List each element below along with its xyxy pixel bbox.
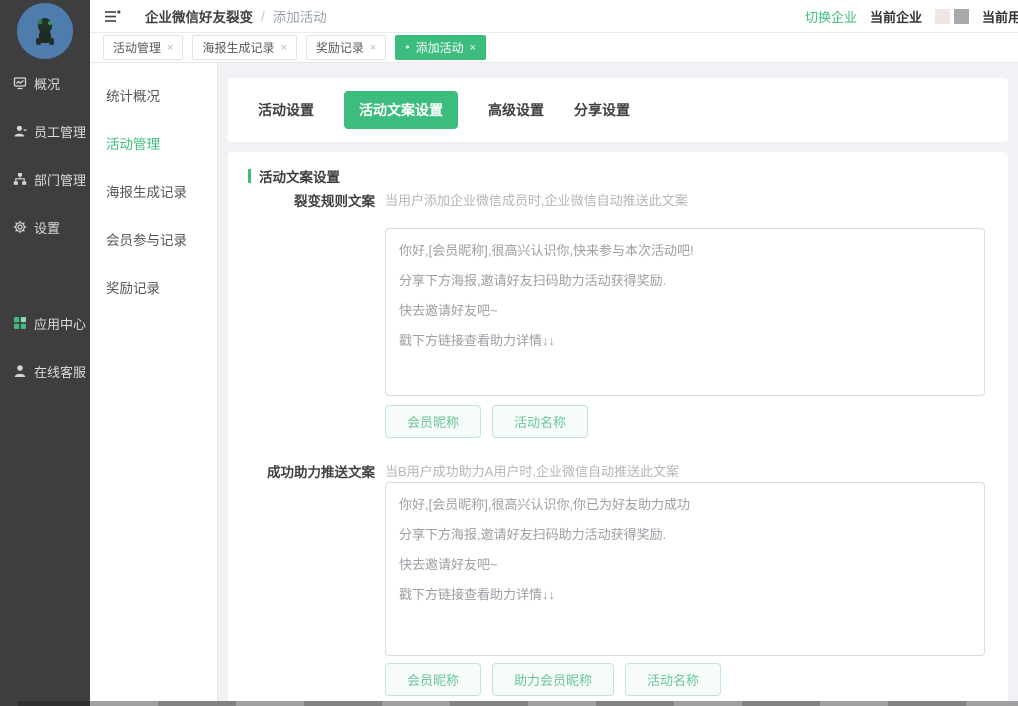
section-header: 活动文案设置: [248, 166, 340, 186]
redacted-company-name: [935, 9, 950, 24]
sidebar-item-label: 概况: [34, 74, 60, 93]
insert-activity-name-button[interactable]: 活动名称: [625, 663, 721, 696]
close-icon[interactable]: ×: [370, 42, 376, 54]
workspace-tab-add-activity[interactable]: ● 添加活动 ×: [395, 35, 486, 60]
app-logo[interactable]: [17, 3, 73, 59]
field-hint: 当B用户成功助力A用户时,企业微信自动推送此文案: [385, 461, 679, 480]
fission-rule-copy-textarea[interactable]: 你好,[会员昵称],很高兴认识你,快来参与本次活动吧! 分享下方海报,邀请好友扫…: [385, 228, 985, 396]
sidebar-item-settings[interactable]: 设置: [0, 216, 90, 238]
tab-share-settings[interactable]: 分享设置: [574, 100, 630, 120]
assist-success-copy-textarea[interactable]: 你好,[会员昵称],很高兴认识你,你已为好友助力成功 分享下方海报,邀请好友扫码…: [385, 482, 985, 656]
topbar-right: 切换企业 当前企业 当前用户: [805, 0, 1018, 33]
tab-activity-settings[interactable]: 活动设置: [258, 100, 314, 120]
close-icon[interactable]: ×: [470, 42, 476, 54]
switch-company-link[interactable]: 切换企业: [805, 7, 857, 26]
submenu-item-poster-records[interactable]: 海报生成记录: [106, 181, 187, 201]
sidebar-item-label: 应用中心: [34, 314, 86, 333]
workspace-tabbar: 活动管理 × 海报生成记录 × 奖励记录 × ● 添加活动 ×: [90, 33, 1018, 63]
sidebar-item-department[interactable]: 部门管理: [0, 168, 90, 190]
submenu-item-activity-management[interactable]: 活动管理: [106, 133, 160, 153]
submenu-item-stats-overview[interactable]: 统计概况: [106, 85, 160, 105]
sidebar-item-online-support[interactable]: 在线客服: [0, 360, 90, 382]
sidebar-item-label: 员工管理: [34, 122, 86, 141]
workspace-tab-label: 奖励记录: [316, 39, 364, 56]
workspace-tab-label: 添加活动: [416, 39, 464, 56]
sidebar-item-overview[interactable]: 概况: [0, 72, 90, 94]
screenshot-edge-artifact: [90, 701, 1018, 706]
insert-member-nickname-button[interactable]: 会员昵称: [385, 405, 481, 438]
tab-activity-copy-settings[interactable]: 活动文案设置: [344, 91, 458, 129]
apps-icon: [13, 316, 27, 330]
main-content: 活动设置 活动文案设置 高级设置 分享设置 活动文案设置 裂变规则文案 当用户添…: [218, 63, 1018, 706]
section-accent-bar: [248, 169, 251, 183]
breadcrumb-root[interactable]: 企业微信好友裂变: [145, 6, 253, 26]
workspace-tab-poster-records[interactable]: 海报生成记录 ×: [192, 35, 296, 60]
current-company-label: 当前企业: [870, 7, 922, 26]
workspace-tab-activity-management[interactable]: 活动管理 ×: [103, 35, 183, 60]
insert-member-nickname-button[interactable]: 会员昵称: [385, 663, 481, 696]
field-label-assist-success-copy: 成功助力推送文案: [228, 461, 375, 481]
secondary-sidebar: 统计概况 活动管理 海报生成记录 会员参与记录 奖励记录: [90, 63, 218, 706]
insert-variable-buttons: 会员昵称 助力会员昵称 活动名称: [385, 663, 721, 696]
department-icon: [13, 172, 27, 186]
insert-assist-member-nickname-button[interactable]: 助力会员昵称: [492, 663, 614, 696]
settings-icon: [13, 220, 27, 234]
submenu-item-member-participation[interactable]: 会员参与记录: [106, 229, 187, 249]
submenu-item-reward-records[interactable]: 奖励记录: [106, 277, 160, 297]
top-header: 企业微信好友裂变 / 添加活动 切换企业 当前企业 当前用户: [90, 0, 1018, 33]
tab-advanced-settings[interactable]: 高级设置: [488, 100, 544, 120]
mascot-logo-image: [28, 14, 62, 48]
insert-activity-name-button[interactable]: 活动名称: [492, 405, 588, 438]
insert-variable-buttons: 会员昵称 活动名称: [385, 405, 588, 438]
primary-sidebar: 概况 员工管理 部门管理: [0, 0, 90, 706]
workspace-tab-label: 活动管理: [113, 39, 161, 56]
collapse-menu-icon[interactable]: [104, 9, 121, 24]
settings-tabs-card: 活动设置 活动文案设置 高级设置 分享设置: [228, 78, 1008, 142]
current-user-label: 当前用户: [982, 7, 1018, 26]
redacted-company-name: [954, 9, 969, 24]
sidebar-item-label: 设置: [34, 218, 60, 237]
active-dot-icon: ●: [405, 44, 409, 51]
sidebar-item-label: 在线客服: [34, 362, 86, 381]
sidebar-item-app-center[interactable]: 应用中心: [0, 312, 90, 334]
sidebar-item-label: 部门管理: [34, 170, 86, 189]
breadcrumb: 企业微信好友裂变 / 添加活动: [145, 6, 327, 26]
support-icon: [13, 364, 27, 378]
workspace-tab-reward-records[interactable]: 奖励记录 ×: [306, 35, 386, 60]
staff-icon: [13, 124, 27, 138]
close-icon[interactable]: ×: [280, 42, 286, 54]
copy-settings-form-card: 活动文案设置 裂变规则文案 当用户添加企业微信成员时,企业微信自动推送此文案 你…: [228, 152, 1008, 706]
screenshot-edge-artifact: [18, 701, 90, 706]
workspace-tab-label: 海报生成记录: [202, 39, 274, 56]
section-title: 活动文案设置: [259, 166, 340, 186]
sidebar-item-staff[interactable]: 员工管理: [0, 120, 90, 142]
dashboard-icon: [13, 76, 27, 90]
field-hint: 当用户添加企业微信成员时,企业微信自动推送此文案: [385, 190, 688, 209]
breadcrumb-current: 添加活动: [273, 6, 327, 26]
breadcrumb-separator: /: [261, 9, 265, 24]
close-icon[interactable]: ×: [167, 42, 173, 54]
field-label-fission-rule-copy: 裂变规则文案: [228, 190, 375, 210]
